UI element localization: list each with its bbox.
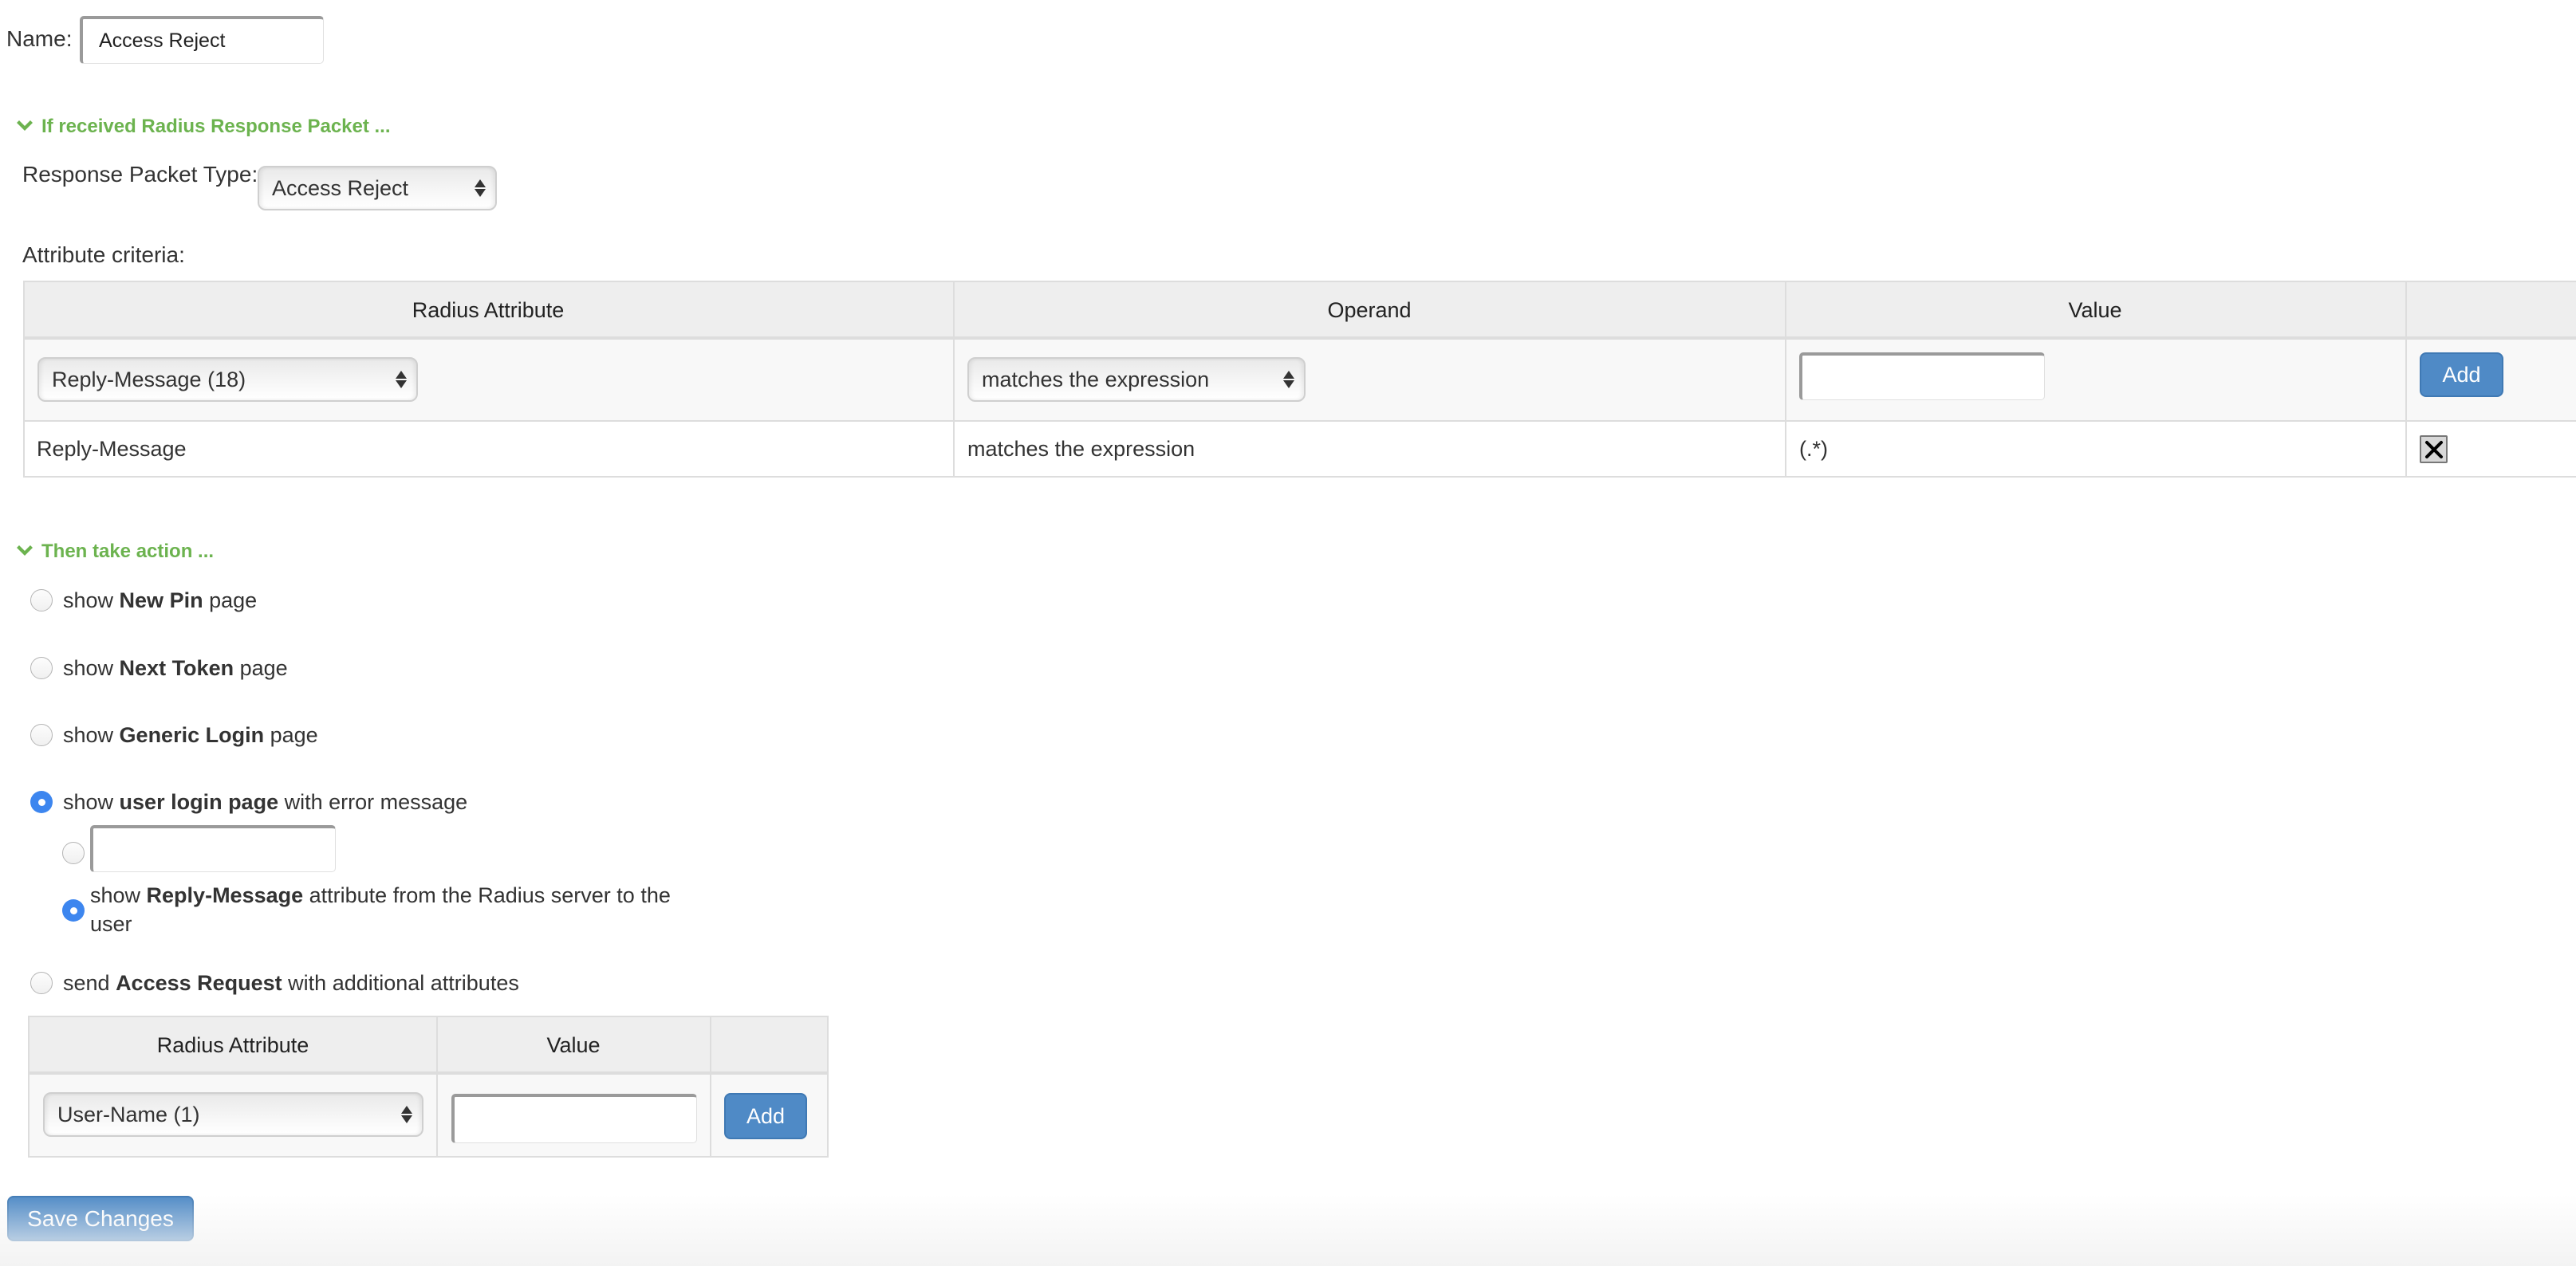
radio-new-pin[interactable]	[30, 589, 53, 611]
table-border	[29, 1016, 829, 1017]
access-attribute-selected: User-Name (1)	[57, 1102, 200, 1126]
row-attribute: Reply-Message	[37, 437, 187, 461]
option-user-login-label: show user login page with error message	[63, 790, 468, 814]
option-reply-message-line1: show Reply-Message attribute from the Ra…	[90, 883, 671, 907]
custom-error-message-input[interactable]	[90, 825, 336, 872]
radio-reply-message[interactable]	[62, 899, 85, 922]
operand-select[interactable]: matches the expression	[967, 357, 1306, 402]
packet-type-select[interactable]: Access Reject	[258, 166, 497, 210]
table-border	[29, 1156, 829, 1158]
action-section-toggle[interactable]: Then take action ...	[16, 541, 214, 563]
radio-custom-error-message[interactable]	[62, 842, 85, 864]
chevron-down-icon	[17, 120, 33, 131]
bottom-shadow	[0, 1194, 2576, 1266]
select-arrows-icon	[401, 1106, 412, 1123]
attribute-selected: Reply-Message (18)	[52, 367, 246, 391]
table-border	[28, 1016, 30, 1158]
column-header-radius-attribute: Radius Attribute	[412, 298, 565, 322]
add-criteria-button[interactable]: Add	[2420, 352, 2503, 397]
name-input[interactable]	[80, 16, 324, 64]
option-reply-message-line2: user	[90, 912, 132, 936]
table-border	[827, 1016, 829, 1158]
select-arrows-icon	[475, 179, 486, 197]
option-generic-login-label: show Generic Login page	[63, 723, 318, 747]
column-header-value: Value	[546, 1033, 601, 1057]
criteria-table-header	[24, 281, 2576, 337]
criteria-value-input[interactable]	[1799, 352, 2045, 400]
table-border	[24, 281, 2576, 282]
table-border	[436, 1016, 438, 1158]
delete-row-button[interactable]	[2420, 435, 2448, 463]
name-label: Name:	[6, 26, 73, 51]
option-new-pin-label: show New Pin page	[63, 588, 258, 612]
packet-type-label: Response Packet Type:	[22, 162, 258, 187]
row-value: (.*)	[1799, 437, 1828, 461]
select-arrows-icon	[1283, 371, 1294, 388]
action-section-heading: Then take action ...	[41, 541, 215, 562]
radio-generic-login[interactable]	[30, 724, 53, 746]
select-arrows-icon	[396, 371, 407, 388]
close-icon	[2424, 440, 2443, 458]
table-border	[2405, 281, 2407, 478]
column-header-radius-attribute: Radius Attribute	[156, 1033, 309, 1057]
table-border	[24, 476, 2576, 478]
table-border	[953, 281, 955, 478]
row-operand: matches the expression	[967, 437, 1195, 461]
table-row	[24, 423, 2576, 477]
table-border	[710, 1016, 711, 1158]
access-attribute-select[interactable]: User-Name (1)	[43, 1092, 423, 1137]
chevron-down-icon	[17, 545, 33, 556]
table-border	[24, 336, 2576, 340]
response-section-heading: If received Radius Response Packet ...	[41, 116, 391, 137]
radio-next-token[interactable]	[30, 657, 53, 679]
radio-user-login-page[interactable]	[30, 791, 53, 813]
criteria-label: Attribute criteria:	[22, 242, 185, 267]
add-access-attribute-button[interactable]: Add	[724, 1093, 807, 1139]
attribute-select[interactable]: Reply-Message (18)	[37, 357, 418, 402]
access-request-table-header	[29, 1016, 828, 1072]
option-access-request-label: send Access Request with additional attr…	[63, 971, 519, 995]
access-value-input[interactable]	[451, 1094, 697, 1143]
table-border	[29, 1071, 829, 1075]
operand-selected: matches the expression	[982, 367, 1210, 391]
radio-access-request[interactable]	[30, 972, 53, 994]
table-border	[23, 281, 25, 478]
column-header-operand: Operand	[1327, 298, 1412, 322]
response-section-toggle[interactable]: If received Radius Response Packet ...	[16, 116, 391, 138]
packet-type-selected: Access Reject	[272, 175, 409, 200]
column-header-value: Value	[2068, 298, 2122, 322]
table-border	[1785, 281, 1786, 478]
option-next-token-label: show Next Token page	[63, 656, 288, 680]
table-border	[24, 420, 2576, 422]
